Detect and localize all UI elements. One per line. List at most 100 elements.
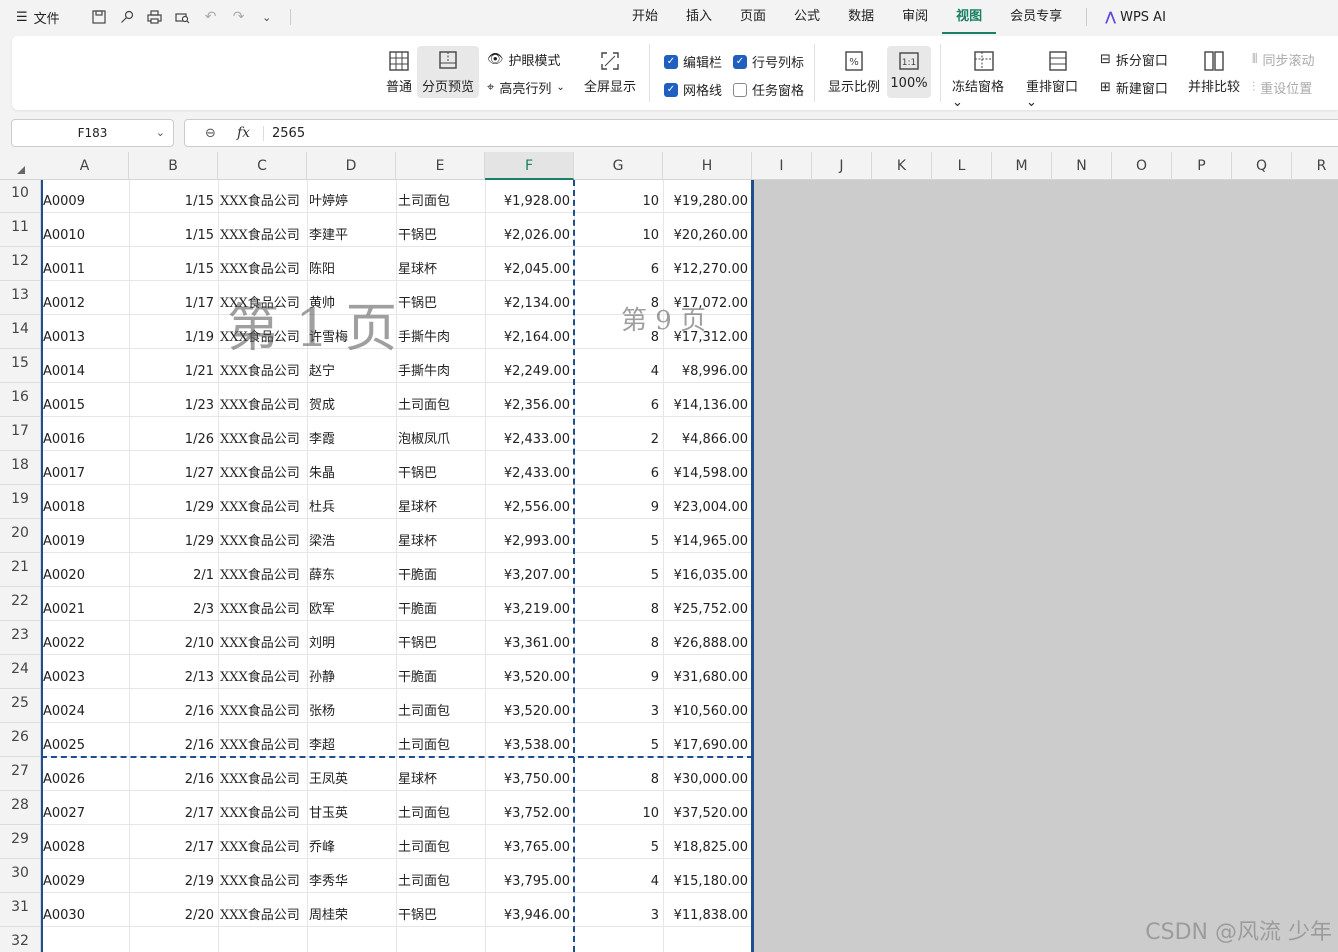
cell-b[interactable]: 1/29 [131, 500, 214, 515]
cell-g[interactable]: 10 [576, 806, 659, 821]
cell-a[interactable]: A0030 [43, 908, 125, 923]
row-header[interactable]: 16 [0, 383, 40, 417]
gridlines-checkbox[interactable]: ✓ 网格线 [664, 80, 722, 99]
redo-icon[interactable]: ↷ [228, 6, 250, 28]
cell-c[interactable]: XXX食品公司 [220, 870, 303, 889]
cell-f[interactable]: ¥2,433.00 [487, 466, 570, 481]
reset-position-button[interactable]: ⫶ 重设位置 [1252, 78, 1312, 97]
cell-a[interactable]: A0026 [43, 772, 125, 787]
cell-e[interactable]: 土司面包 [398, 870, 481, 889]
cell-e[interactable]: 星球杯 [398, 768, 481, 787]
cell-g[interactable]: 4 [576, 874, 659, 889]
cell-g[interactable]: 6 [576, 466, 659, 481]
cell-d[interactable]: 叶婷婷 [309, 190, 392, 209]
cell-a[interactable]: A0019 [43, 534, 125, 549]
cell-f[interactable]: ¥2,433.00 [487, 432, 570, 447]
column-header-j[interactable]: J [812, 152, 872, 180]
cell-b[interactable]: 2/20 [131, 908, 214, 923]
column-header-f[interactable]: F [485, 152, 574, 180]
row-header[interactable]: 15 [0, 349, 40, 383]
cell-h[interactable]: ¥14,965.00 [665, 534, 748, 549]
cell-c[interactable]: XXX食品公司 [220, 700, 303, 719]
cell-a[interactable]: A0021 [43, 602, 125, 617]
cell-d[interactable]: 孙静 [309, 666, 392, 685]
row-header[interactable]: 26 [0, 723, 40, 757]
cell-f[interactable]: ¥1,928.00 [487, 194, 570, 209]
cell-e[interactable]: 土司面包 [398, 836, 481, 855]
cell-e[interactable]: 土司面包 [398, 190, 481, 209]
cell-g[interactable]: 10 [576, 228, 659, 243]
cell-b[interactable]: 2/19 [131, 874, 214, 889]
cell-a[interactable]: A0010 [43, 228, 125, 243]
tab-4[interactable]: 数据 [834, 0, 888, 34]
cell-f[interactable]: ¥3,520.00 [487, 670, 570, 685]
cell-f[interactable]: ¥2,026.00 [487, 228, 570, 243]
cell-a[interactable]: A0027 [43, 806, 125, 821]
cell-c[interactable]: XXX食品公司 [220, 734, 303, 753]
cell-a[interactable]: A0017 [43, 466, 125, 481]
cell-d[interactable]: 朱晶 [309, 462, 392, 481]
cell-e[interactable]: 干锅巴 [398, 632, 481, 651]
column-header-c[interactable]: C [218, 152, 307, 180]
column-header-d[interactable]: D [307, 152, 396, 180]
cell-a[interactable]: A0023 [43, 670, 125, 685]
side-by-side-button[interactable]: 并排比较 [1184, 50, 1244, 95]
row-header[interactable]: 13 [0, 281, 40, 315]
row-header[interactable]: 30 [0, 859, 40, 893]
cell-d[interactable]: 黄帅 [309, 292, 392, 311]
cell-c[interactable]: XXX食品公司 [220, 496, 303, 515]
column-header-h[interactable]: H [663, 152, 752, 180]
cell-h[interactable]: ¥4,866.00 [665, 432, 748, 447]
cell-d[interactable]: 薛东 [309, 564, 392, 583]
cell-d[interactable]: 李霞 [309, 428, 392, 447]
row-header[interactable]: 17 [0, 417, 40, 451]
cell-g[interactable]: 5 [576, 840, 659, 855]
cell-c[interactable]: XXX食品公司 [220, 428, 303, 447]
column-header-i[interactable]: I [752, 152, 812, 180]
cell-b[interactable]: 2/10 [131, 636, 214, 651]
cell-b[interactable]: 2/16 [131, 738, 214, 753]
row-header[interactable]: 20 [0, 519, 40, 553]
row-header[interactable]: 12 [0, 247, 40, 281]
cell-d[interactable]: 刘明 [309, 632, 392, 651]
cell-e[interactable]: 星球杯 [398, 496, 481, 515]
row-header[interactable]: 32 [0, 927, 40, 952]
cell-h[interactable]: ¥17,690.00 [665, 738, 748, 753]
file-menu-button[interactable]: ☰ 文件 [16, 8, 60, 27]
cell-g[interactable]: 10 [576, 194, 659, 209]
cell-h[interactable]: ¥17,312.00 [665, 330, 748, 345]
tab-2[interactable]: 页面 [726, 0, 780, 34]
row-header[interactable]: 11 [0, 213, 40, 247]
cell-h[interactable]: ¥25,752.00 [665, 602, 748, 617]
print-area-border-left[interactable] [41, 180, 43, 952]
cell-c[interactable]: XXX食品公司 [220, 530, 303, 549]
cell-b[interactable]: 2/17 [131, 806, 214, 821]
cell-d[interactable]: 张杨 [309, 700, 392, 719]
cell-c[interactable]: XXX食品公司 [220, 190, 303, 209]
cell-f[interactable]: ¥3,219.00 [487, 602, 570, 617]
cell-f[interactable]: ¥2,045.00 [487, 262, 570, 277]
cell-b[interactable]: 2/13 [131, 670, 214, 685]
cell-c[interactable]: XXX食品公司 [220, 462, 303, 481]
cell-a[interactable]: A0024 [43, 704, 125, 719]
cell-a[interactable]: A0020 [43, 568, 125, 583]
cell-f[interactable]: ¥3,795.00 [487, 874, 570, 889]
cell-a[interactable]: A0029 [43, 874, 125, 889]
cell-h[interactable]: ¥18,825.00 [665, 840, 748, 855]
cell-g[interactable]: 8 [576, 296, 659, 311]
cell-e[interactable]: 土司面包 [398, 734, 481, 753]
cell-e[interactable]: 泡椒凤爪 [398, 428, 481, 447]
zoom-out-icon[interactable]: ⊖ [205, 126, 216, 141]
cell-g[interactable]: 2 [576, 432, 659, 447]
row-header[interactable]: 24 [0, 655, 40, 689]
cell-g[interactable]: 5 [576, 738, 659, 753]
cell-h[interactable]: ¥12,270.00 [665, 262, 748, 277]
cell-b[interactable]: 1/15 [131, 194, 214, 209]
cell-f[interactable]: ¥2,356.00 [487, 398, 570, 413]
cell-h[interactable]: ¥19,280.00 [665, 194, 748, 209]
cell-g[interactable]: 5 [576, 568, 659, 583]
cell-e[interactable]: 干锅巴 [398, 224, 481, 243]
cell-d[interactable]: 王凤英 [309, 768, 392, 787]
column-header-o[interactable]: O [1112, 152, 1172, 180]
cell-a[interactable]: A0016 [43, 432, 125, 447]
